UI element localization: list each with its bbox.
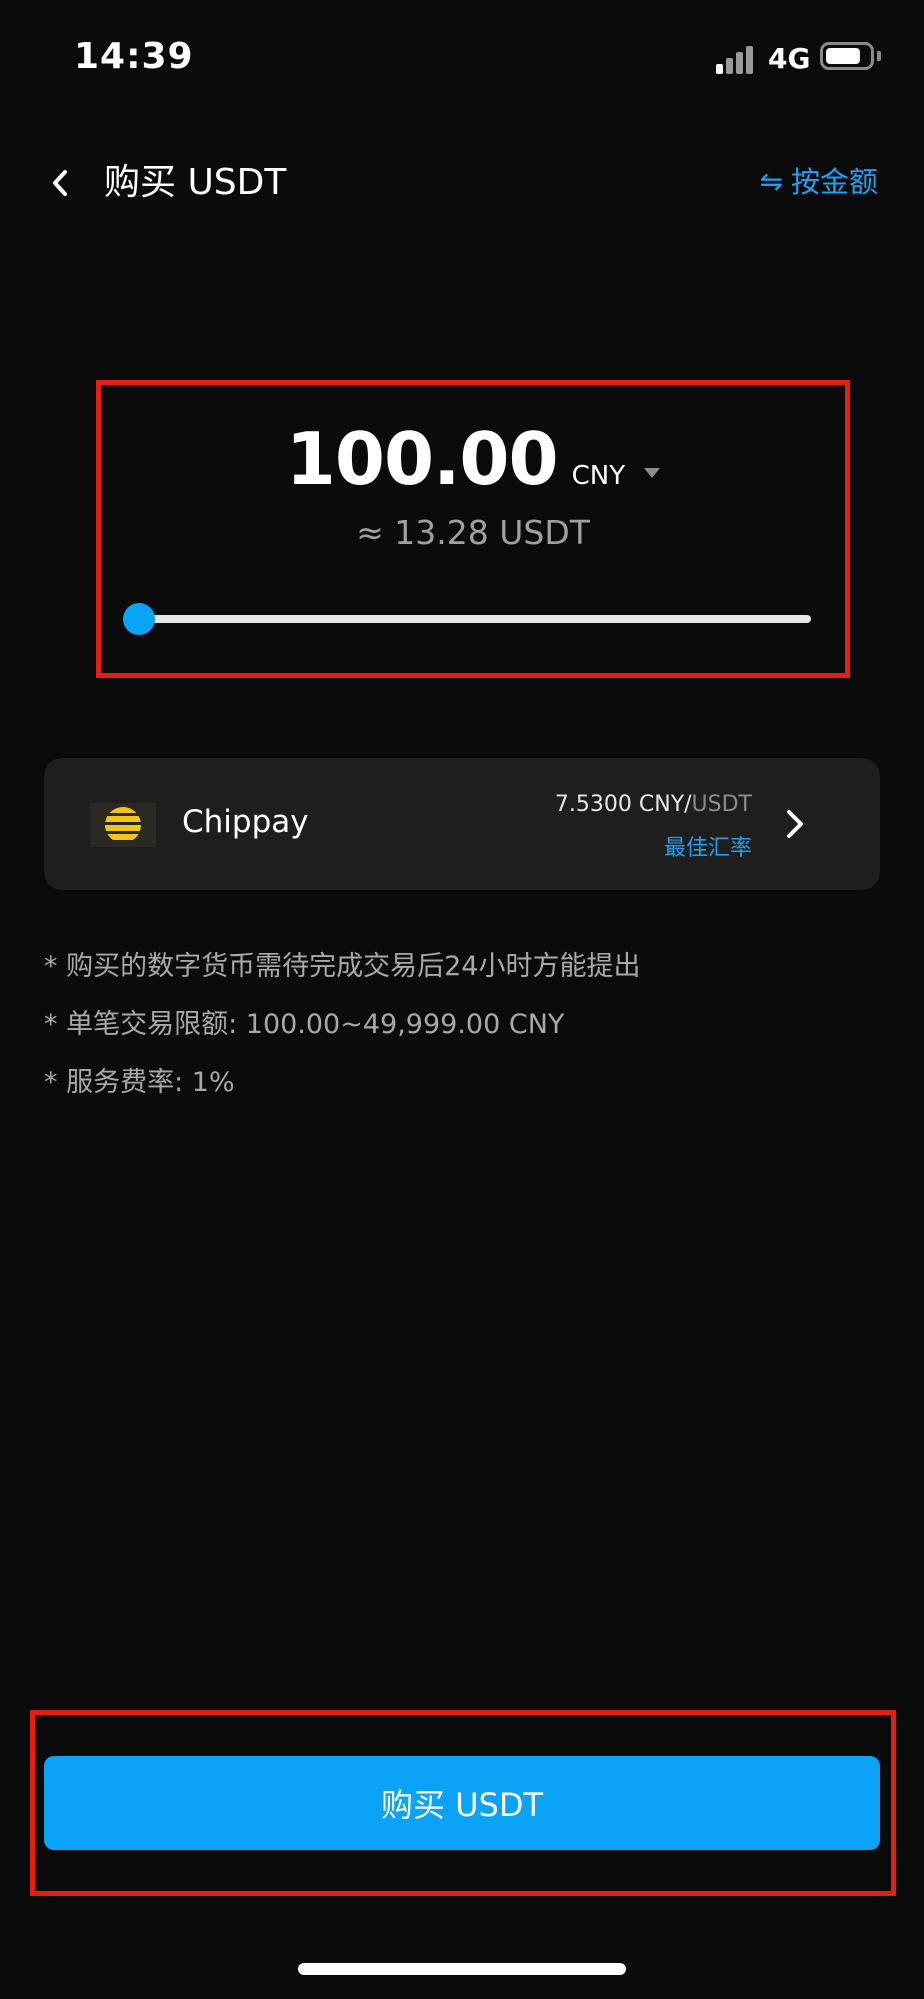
chippay-logo-mark — [105, 807, 141, 843]
notes-list: * 购买的数字货币需待完成交易后24小时方能提出 * 单笔交易限额: 100.0… — [44, 938, 884, 1112]
amount-value[interactable]: 100.00 — [286, 417, 559, 501]
home-indicator — [298, 1963, 626, 1975]
buy-usdt-button[interactable]: 购买 USDT — [44, 1756, 880, 1850]
note-withdraw-delay: * 购买的数字货币需待完成交易后24小时方能提出 — [44, 951, 641, 982]
amount-row: 100.00 CNY — [101, 417, 845, 501]
cellular-signal-icon — [716, 44, 756, 74]
provider-rate-value: 7.5300 CNY/ — [554, 792, 692, 817]
status-bar: 14:39 4G — [0, 0, 924, 120]
amount-section: 100.00 CNY ≈ 13.28 USDT — [96, 380, 850, 678]
converted-amount: ≈ 13.28 USDT — [356, 513, 590, 552]
currency-selector[interactable]: CNY — [558, 461, 661, 491]
caret-down-icon — [644, 468, 661, 478]
network-type: 4G — [768, 42, 811, 75]
page-title: 购买 USDT — [104, 162, 287, 203]
provider-rate: 7.5300 CNY/USDT — [555, 792, 752, 817]
currency-label: CNY — [571, 461, 626, 491]
back-button[interactable] — [40, 160, 80, 206]
provider-name: Chippay — [182, 804, 309, 840]
chevron-left-icon — [53, 170, 67, 196]
battery-icon — [820, 42, 874, 70]
chevron-right-icon — [787, 810, 803, 838]
provider-card[interactable]: Chippay 7.5300 CNY/USDT 最佳汇率 — [44, 758, 880, 890]
swap-arrows-icon: ⇋ — [759, 165, 783, 198]
status-time: 14:39 — [74, 36, 194, 77]
switch-mode-label: 按金额 — [790, 165, 878, 199]
note-service-fee: * 服务费率: 1% — [44, 1067, 235, 1098]
amount-slider-thumb[interactable] — [123, 603, 155, 635]
amount-slider-track[interactable] — [131, 615, 811, 623]
note-transaction-limit: * 单笔交易限额: 100.00~49,999.00 CNY — [44, 1009, 565, 1040]
best-rate-badge: 最佳汇率 — [663, 836, 752, 861]
chippay-logo — [90, 803, 156, 847]
switch-to-amount-button[interactable]: ⇋ 按金额 — [760, 162, 878, 202]
provider-rate-unit: USDT — [691, 792, 752, 817]
battery-level — [826, 48, 860, 64]
battery-cap — [877, 51, 881, 61]
